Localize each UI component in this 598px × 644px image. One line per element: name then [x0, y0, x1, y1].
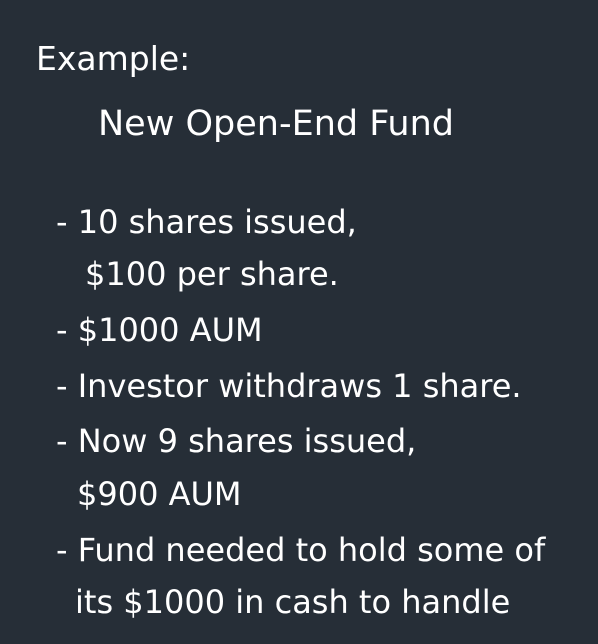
bullet-line: its $1000 in cash to handle [75, 583, 511, 621]
bullet-line: - Now 9 shares issued, [56, 422, 417, 460]
bullet-line: $900 AUM [77, 475, 242, 513]
bullet-line: - Investor withdraws 1 share. [56, 367, 522, 405]
slide-subtitle: New Open-End Fund [98, 104, 455, 144]
bullet-line: $100 per share. [85, 255, 339, 293]
slide-heading: Example: [36, 39, 191, 78]
slide: Example: New Open-End Fund - 10 shares i… [0, 0, 598, 644]
bullet-line: - $1000 AUM [56, 311, 263, 349]
bullet-line: - 10 shares issued, [56, 203, 357, 241]
bullet-line: - Fund needed to hold some of [56, 531, 546, 569]
